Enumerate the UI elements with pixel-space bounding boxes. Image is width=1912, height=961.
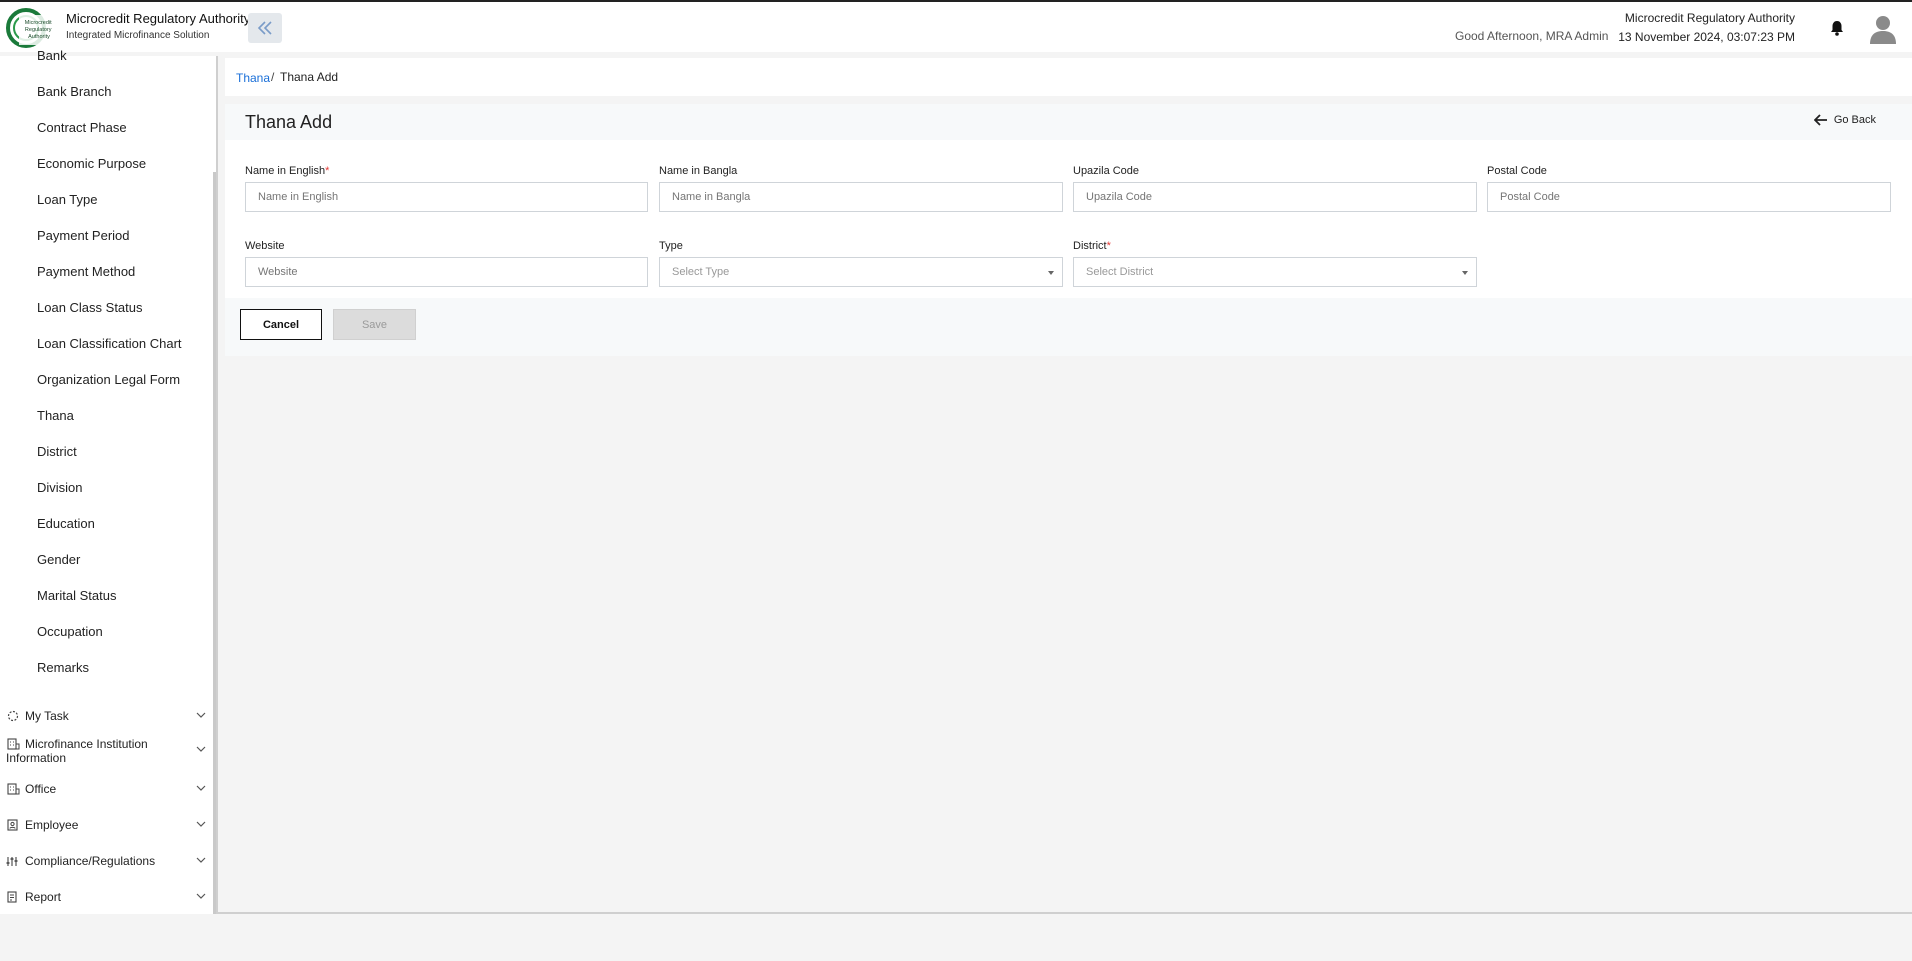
user-avatar-icon[interactable] xyxy=(1869,14,1897,44)
district-select-placeholder: Select District xyxy=(1086,266,1154,278)
sidebar-item-district[interactable]: District xyxy=(37,444,77,459)
upazila-code-label: Upazila Code xyxy=(1073,165,1140,177)
type-label: Type xyxy=(659,240,683,252)
sidebar-group-report[interactable]: Report xyxy=(6,890,206,904)
chevron-down-icon xyxy=(196,712,206,718)
sliders-icon xyxy=(6,857,18,866)
sidebar-group-office[interactable]: Office xyxy=(6,782,206,796)
website-label: Website xyxy=(245,240,285,252)
sidebar-item-organization-legal-form[interactable]: Organization Legal Form xyxy=(37,372,180,387)
sidebar-group-label: Report xyxy=(25,890,62,904)
district-label: District* xyxy=(1073,240,1111,252)
greeting-text: Good Afternoon, MRA Admin xyxy=(1455,29,1609,43)
chevron-down-icon xyxy=(196,821,206,827)
sidebar-item-remarks[interactable]: Remarks xyxy=(37,660,89,675)
arrow-left-icon xyxy=(1813,114,1827,126)
upazila-code-input[interactable] xyxy=(1073,182,1477,212)
sidebar-item-contract-phase[interactable]: Contract Phase xyxy=(37,120,127,135)
sidebar-item-division[interactable]: Division xyxy=(37,480,83,495)
save-button[interactable]: Save xyxy=(333,309,416,340)
double-chevron-left-icon xyxy=(257,21,272,35)
website-input[interactable] xyxy=(245,257,648,287)
org-name: Microcredit Regulatory Authority xyxy=(1624,11,1795,25)
sidebar-item-bank[interactable]: Bank xyxy=(37,48,67,63)
notification-bell-icon[interactable] xyxy=(1828,19,1846,37)
report-icon xyxy=(7,891,17,903)
sidebar-item-thana[interactable]: Thana xyxy=(37,408,74,423)
task-icon xyxy=(7,710,19,722)
form-panel: Thana Add Go Back xyxy=(225,104,1912,356)
sidebar-item-occupation[interactable]: Occupation xyxy=(37,624,103,639)
caret-down-icon xyxy=(1462,271,1468,275)
brand: Microcredit Regulatory Authority Integra… xyxy=(66,11,250,41)
mra-logo: Microcredit Regulatory Authority xyxy=(6,8,57,48)
logo-text: Microcredit Regulatory Authority xyxy=(25,20,53,40)
sidebar-item-loan-class-status[interactable]: Loan Class Status xyxy=(37,300,143,315)
sidebar-item-loan-type[interactable]: Loan Type xyxy=(37,192,97,207)
breadcrumb-separator: / xyxy=(271,70,275,84)
name-en-label: Name in English* xyxy=(245,165,330,177)
building-icon xyxy=(7,783,20,795)
current-datetime: 13 November 2024, 03:07:23 PM xyxy=(1618,30,1795,44)
sidebar-group-label: Office xyxy=(25,782,57,796)
go-back-label: Go Back xyxy=(1833,114,1876,126)
cancel-button[interactable]: Cancel xyxy=(240,309,322,340)
sidebar-item-education[interactable]: Education xyxy=(37,516,95,531)
app-header: Microcredit Regulatory Authority Microcr… xyxy=(0,0,1912,52)
name-en-input[interactable] xyxy=(245,182,648,212)
sidebar-group-compliance-regulations[interactable]: Compliance/Regulations xyxy=(6,854,206,868)
postal-code-input[interactable] xyxy=(1487,182,1891,212)
sidebar-item-payment-period[interactable]: Payment Period xyxy=(37,228,130,243)
sidebar-item-payment-method[interactable]: Payment Method xyxy=(37,264,135,279)
sidebar-group-employee[interactable]: Employee xyxy=(6,818,206,832)
sidebar-item-bank-branch[interactable]: Bank Branch xyxy=(37,84,111,99)
chevron-down-icon xyxy=(196,785,206,791)
sidebar-group-label: Microfinance Institution Information xyxy=(6,737,148,765)
brand-subtitle: Integrated Microfinance Solution xyxy=(66,30,210,41)
postal-code-label: Postal Code xyxy=(1487,165,1547,177)
sidebar-group-label: Compliance/Regulations xyxy=(25,854,156,868)
sidebar-item-economic-purpose[interactable]: Economic Purpose xyxy=(37,156,146,171)
page-title: Thana Add xyxy=(245,112,333,132)
sidebar-item-loan-classification-chart[interactable]: Loan Classification Chart xyxy=(37,336,182,351)
building-icon xyxy=(7,738,20,750)
brand-title: Microcredit Regulatory Authority xyxy=(66,11,251,26)
employee-icon xyxy=(7,819,18,831)
name-bn-label: Name in Bangla xyxy=(659,165,738,177)
breadcrumb: Thana / Thana Add xyxy=(225,58,1912,96)
go-back-button[interactable]: Go Back xyxy=(1813,114,1876,126)
collapse-sidebar-button[interactable] xyxy=(248,13,282,43)
breadcrumb-link-thana[interactable]: Thana xyxy=(236,71,270,85)
sidebar-item-gender[interactable]: Gender xyxy=(37,552,80,567)
type-select-placeholder: Select Type xyxy=(672,266,730,278)
sidebar-group-microfinance-institution-information[interactable]: Microfinance Institution Information xyxy=(6,737,206,765)
sidebar-group-my-task[interactable]: My Task xyxy=(6,709,206,723)
type-select[interactable]: Select Type xyxy=(659,257,1063,287)
sidebar-group-label: Employee xyxy=(25,818,79,832)
caret-down-icon xyxy=(1048,271,1054,275)
district-select[interactable]: Select District xyxy=(1073,257,1477,287)
chevron-down-icon xyxy=(196,857,206,863)
sidebar-item-marital-status[interactable]: Marital Status xyxy=(37,588,116,603)
chevron-down-icon xyxy=(196,746,206,752)
name-bn-input[interactable] xyxy=(659,182,1063,212)
chevron-down-icon xyxy=(196,893,206,899)
breadcrumb-current: Thana Add xyxy=(280,70,339,84)
sidebar-group-label: My Task xyxy=(25,709,69,723)
